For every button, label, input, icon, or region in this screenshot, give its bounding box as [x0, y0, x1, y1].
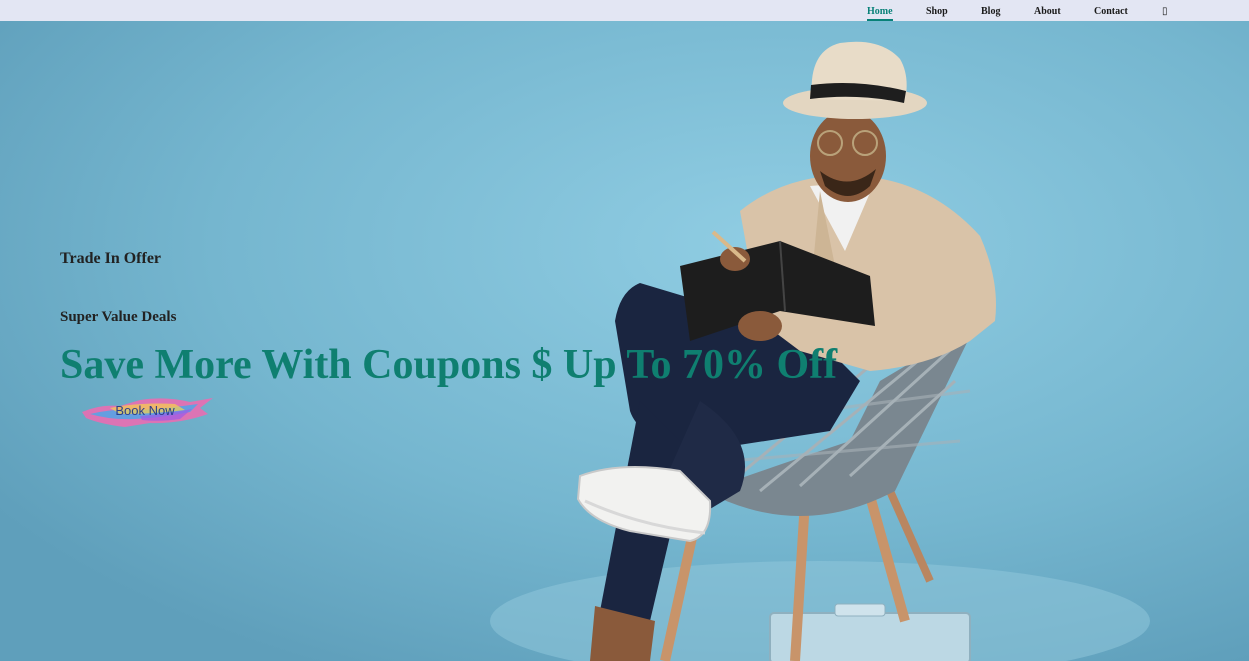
hero-eyebrow: Trade In Offer — [60, 250, 162, 267]
book-now-label: Book Now — [115, 403, 175, 418]
shopping-bag-icon[interactable]: ▯ — [1162, 6, 1168, 21]
nav-item-home: Home — [867, 1, 893, 21]
nav-link-blog[interactable]: Blog — [981, 6, 1000, 21]
site-header: Home Shop Blog About Contact ▯ — [0, 0, 1249, 21]
nav-link-shop[interactable]: Shop — [926, 6, 948, 21]
nav-item-cart: ▯ — [1162, 1, 1168, 21]
nav-link-contact[interactable]: Contact — [1094, 6, 1128, 21]
nav-item-shop: Shop — [926, 1, 948, 21]
hero-headline: Save More With Coupons $ Up To 70% Off — [60, 342, 838, 388]
nav-item-blog: Blog — [981, 1, 1000, 21]
hero-subheading: Super Value Deals — [60, 309, 177, 325]
nav-link-about[interactable]: About — [1034, 6, 1061, 21]
main-nav: Home Shop Blog About Contact ▯ — [0, 0, 1249, 21]
book-now-button[interactable]: Book Now — [80, 394, 216, 428]
nav-link-home[interactable]: Home — [867, 6, 893, 21]
hero-section: Trade In Offer Super Value Deals Save Mo… — [0, 21, 1249, 661]
nav-item-contact: Contact — [1094, 1, 1128, 21]
nav-item-about: About — [1034, 1, 1061, 21]
